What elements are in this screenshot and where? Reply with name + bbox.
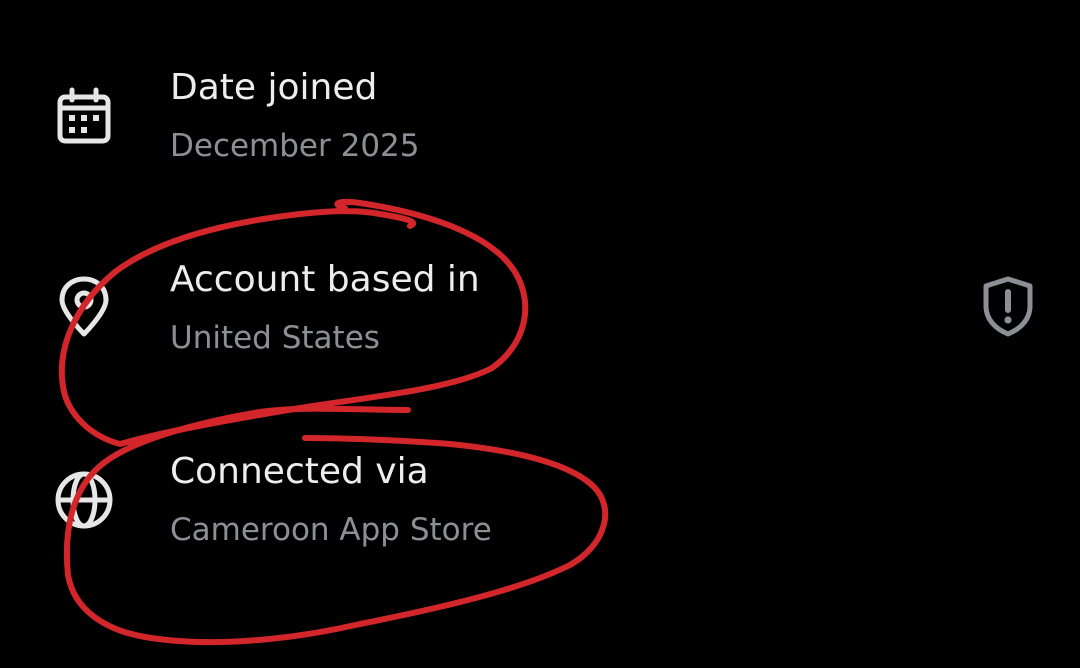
calendar-icon [52,84,116,148]
about-row-date-joined: Date joined December 2025 [0,62,1080,212]
account-based-in-value: United States [170,320,380,356]
about-row-account-based-in: Account based in United States [0,254,1080,404]
date-joined-value: December 2025 [170,128,420,164]
date-joined-label: Date joined [170,67,378,108]
account-based-in-label: Account based in [170,259,480,300]
connected-via-label: Connected via [170,451,429,492]
shield-alert-icon[interactable] [976,274,1040,338]
location-pin-icon [52,274,116,338]
connected-via-value: Cameroon App Store [170,512,492,548]
about-row-connected-via: Connected via Cameroon App Store [0,446,1080,596]
globe-icon [52,468,116,532]
account-about-panel: Date joined December 2025 Account based … [0,0,1080,668]
